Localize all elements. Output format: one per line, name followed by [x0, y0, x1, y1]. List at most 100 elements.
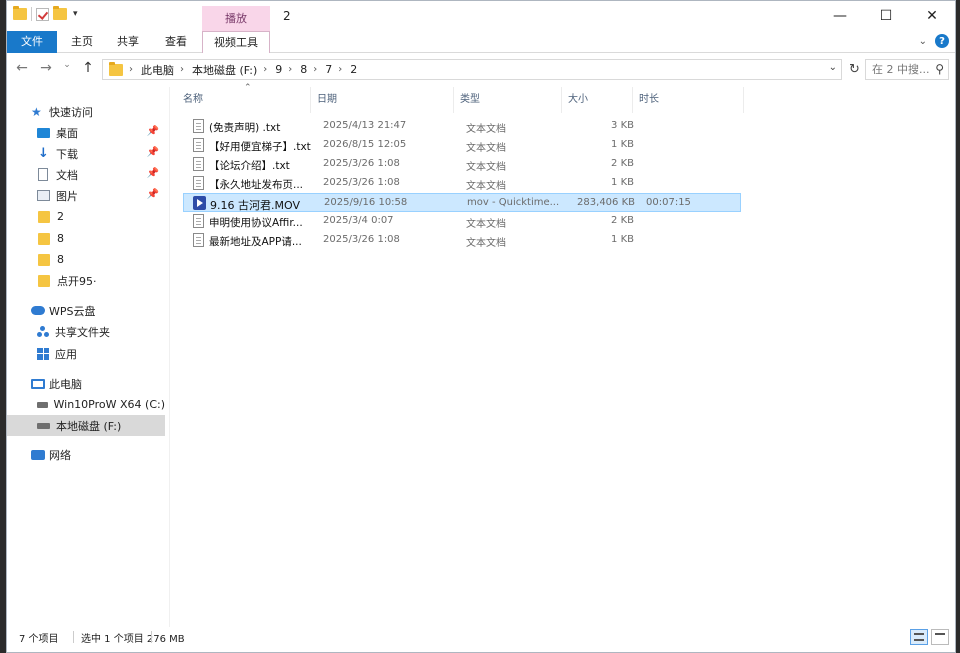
shared-folder-icon — [37, 325, 49, 338]
sidebar-item-drive-c[interactable]: Win10ProW X64 (C:) — [7, 394, 165, 415]
file-date: 2025/3/26 1:08 — [323, 177, 400, 188]
sidebar-item-pictures[interactable]: 图片 📌 — [7, 185, 165, 206]
sidebar-item-desktop[interactable]: 桌面 📌 — [7, 122, 165, 143]
file-row[interactable]: 申明使用协议Affir... 2025/3/4 0:07 文本文档 2 KB — [183, 212, 741, 231]
pin-icon: 📌 — [146, 189, 159, 200]
file-date: 2026/8/15 12:05 — [323, 139, 407, 150]
sidebar-item-quick-access[interactable]: ★ 快速访问 — [7, 101, 165, 122]
sidebar-item-label: 点开95· — [57, 274, 97, 288]
file-type: 文本文档 — [466, 162, 506, 173]
up-arrow-icon[interactable]: ↑ — [81, 60, 95, 76]
column-divider[interactable] — [453, 87, 454, 113]
sidebar-item-label: Win10ProW X64 (C:) — [53, 398, 165, 411]
status-divider — [151, 631, 152, 643]
maximize-button[interactable]: ☐ — [863, 1, 909, 31]
column-header-type[interactable]: 类型 — [460, 91, 480, 109]
file-type: 文本文档 — [466, 124, 506, 135]
address-bar[interactable]: › 此电脑 › 本地磁盘 (F:) › 9 › 8 › 7 › 2 ⌄ — [102, 59, 842, 80]
details-view-button[interactable] — [910, 629, 928, 645]
refresh-icon[interactable]: ↻ — [849, 62, 860, 77]
folder-icon — [38, 274, 50, 287]
file-row[interactable]: 【论坛介绍】.txt 2025/3/26 1:08 文本文档 2 KB — [183, 155, 741, 174]
ribbon: 文件 主页 共享 查看 视频工具 ⌄ ? — [7, 31, 955, 53]
column-divider[interactable] — [743, 87, 744, 113]
file-row[interactable]: 【好用便宜梯子】.txt 2026/8/15 12:05 文本文档 1 KB — [183, 136, 741, 155]
column-divider[interactable] — [561, 87, 562, 113]
column-header-name[interactable]: 名称 — [183, 91, 203, 109]
text-file-icon — [193, 233, 204, 247]
details-view-icon — [914, 633, 924, 641]
column-header-date[interactable]: 日期 — [317, 91, 337, 109]
tab-share[interactable]: 共享 — [107, 31, 149, 53]
minimize-button[interactable]: — — [817, 1, 863, 31]
sidebar-item-drive-f[interactable]: 本地磁盘 (F:) — [7, 415, 165, 436]
breadcrumb-separator-icon[interactable]: › — [180, 64, 184, 75]
breadcrumb-separator-icon[interactable]: › — [313, 64, 317, 75]
sidebar-item-folder-8b[interactable]: 8 — [7, 249, 165, 270]
sidebar-item-label: 本地磁盘 (F:) — [56, 419, 122, 433]
address-dropdown-chevron-icon[interactable]: ⌄ — [829, 62, 837, 73]
folder-icon[interactable] — [13, 6, 27, 20]
star-icon: ★ — [31, 104, 42, 119]
column-header-size[interactable]: 大小 — [568, 91, 588, 109]
sidebar-item-label: 图片 — [56, 189, 78, 203]
tab-file[interactable]: 文件 — [7, 31, 57, 53]
cloud-icon — [31, 306, 45, 315]
breadcrumb-folder-8[interactable]: 8 — [300, 63, 307, 76]
file-row[interactable]: 最新地址及APP请... 2025/3/26 1:08 文本文档 1 KB — [183, 231, 741, 250]
breadcrumb-folder-7[interactable]: 7 — [325, 63, 332, 76]
sidebar-item-wps-cloud[interactable]: WPS云盘 — [7, 300, 165, 321]
sidebar-item-documents[interactable]: 文档 📌 — [7, 164, 165, 185]
column-divider[interactable] — [310, 87, 311, 113]
large-icons-view-button[interactable] — [931, 629, 949, 645]
item-count: 7 个项目 — [19, 634, 59, 645]
sidebar-item-label: 此电脑 — [49, 377, 82, 391]
breadcrumb-separator-icon[interactable]: › — [338, 64, 342, 75]
file-list: ⌃ 名称 日期 类型 大小 时长 (免责声明) .txt 2025/4/13 21… — [177, 83, 947, 627]
new-folder-icon[interactable] — [53, 6, 67, 20]
sidebar-item-shared-folder[interactable]: 共享文件夹 — [7, 321, 165, 342]
back-arrow-icon[interactable]: ← — [15, 60, 29, 76]
tab-video-tools[interactable]: 视频工具 — [202, 31, 270, 53]
tab-view[interactable]: 查看 — [155, 31, 197, 53]
sidebar-item-folder-click95[interactable]: 点开95· — [7, 270, 165, 291]
breadcrumb-folder-9[interactable]: 9 — [275, 63, 282, 76]
breadcrumb-separator-icon[interactable]: › — [288, 64, 292, 75]
file-date: 2025/3/26 1:08 — [323, 234, 400, 245]
sidebar-item-label: 2 — [57, 210, 64, 223]
file-row[interactable]: 【永久地址发布页... 2025/3/26 1:08 文本文档 1 KB — [183, 174, 741, 193]
recent-locations-chevron-icon[interactable]: ⌄ — [63, 60, 71, 76]
file-type: mov - Quicktime... — [467, 197, 560, 208]
properties-icon[interactable] — [36, 7, 49, 21]
sidebar-item-folder-2[interactable]: 2 — [7, 206, 165, 227]
file-name: 9.16 古河君.MOV — [210, 199, 300, 212]
sidebar-item-this-pc[interactable]: 此电脑 — [7, 373, 165, 394]
help-icon[interactable]: ? — [935, 34, 949, 48]
sidebar-item-network[interactable]: 网络 — [7, 444, 165, 465]
sidebar-item-label: 8 — [57, 232, 64, 245]
expand-ribbon-chevron-icon[interactable]: ⌄ — [919, 36, 927, 47]
breadcrumb-this-pc[interactable]: 此电脑 — [141, 62, 174, 78]
search-input[interactable]: 在 2 中搜... ⚲ — [865, 59, 949, 80]
file-name: 【永久地址发布页... — [209, 179, 304, 191]
forward-arrow-icon[interactable]: → — [39, 60, 53, 76]
breadcrumb-folder-2[interactable]: 2 — [350, 63, 357, 76]
breadcrumb-separator-icon[interactable]: › — [129, 64, 133, 75]
sidebar-item-label: 桌面 — [56, 126, 78, 140]
apps-icon — [37, 347, 49, 360]
sidebar-item-folder-8[interactable]: 8 — [7, 228, 165, 249]
tab-home[interactable]: 主页 — [62, 31, 102, 53]
file-row[interactable]: (免责声明) .txt 2025/4/13 21:47 文本文档 3 KB — [183, 117, 741, 136]
file-row[interactable]: 9.16 古河君.MOV 2025/9/16 10:58 mov - Quickti… — [183, 193, 741, 212]
sidebar-item-downloads[interactable]: ↓ 下载 📌 — [7, 143, 165, 164]
customize-toolbar-chevron-icon[interactable]: ▾ — [73, 9, 78, 19]
breadcrumb-drive-f[interactable]: 本地磁盘 (F:) — [192, 62, 257, 78]
column-header-duration[interactable]: 时长 — [639, 91, 659, 109]
breadcrumb-separator-icon[interactable]: › — [263, 64, 267, 75]
file-size: 1 KB — [611, 234, 634, 245]
close-button[interactable]: ✕ — [909, 1, 955, 31]
pane-divider[interactable] — [169, 87, 170, 627]
file-date: 2025/3/4 0:07 — [323, 215, 394, 226]
sidebar-item-apps[interactable]: 应用 — [7, 343, 165, 364]
column-divider[interactable] — [632, 87, 633, 113]
